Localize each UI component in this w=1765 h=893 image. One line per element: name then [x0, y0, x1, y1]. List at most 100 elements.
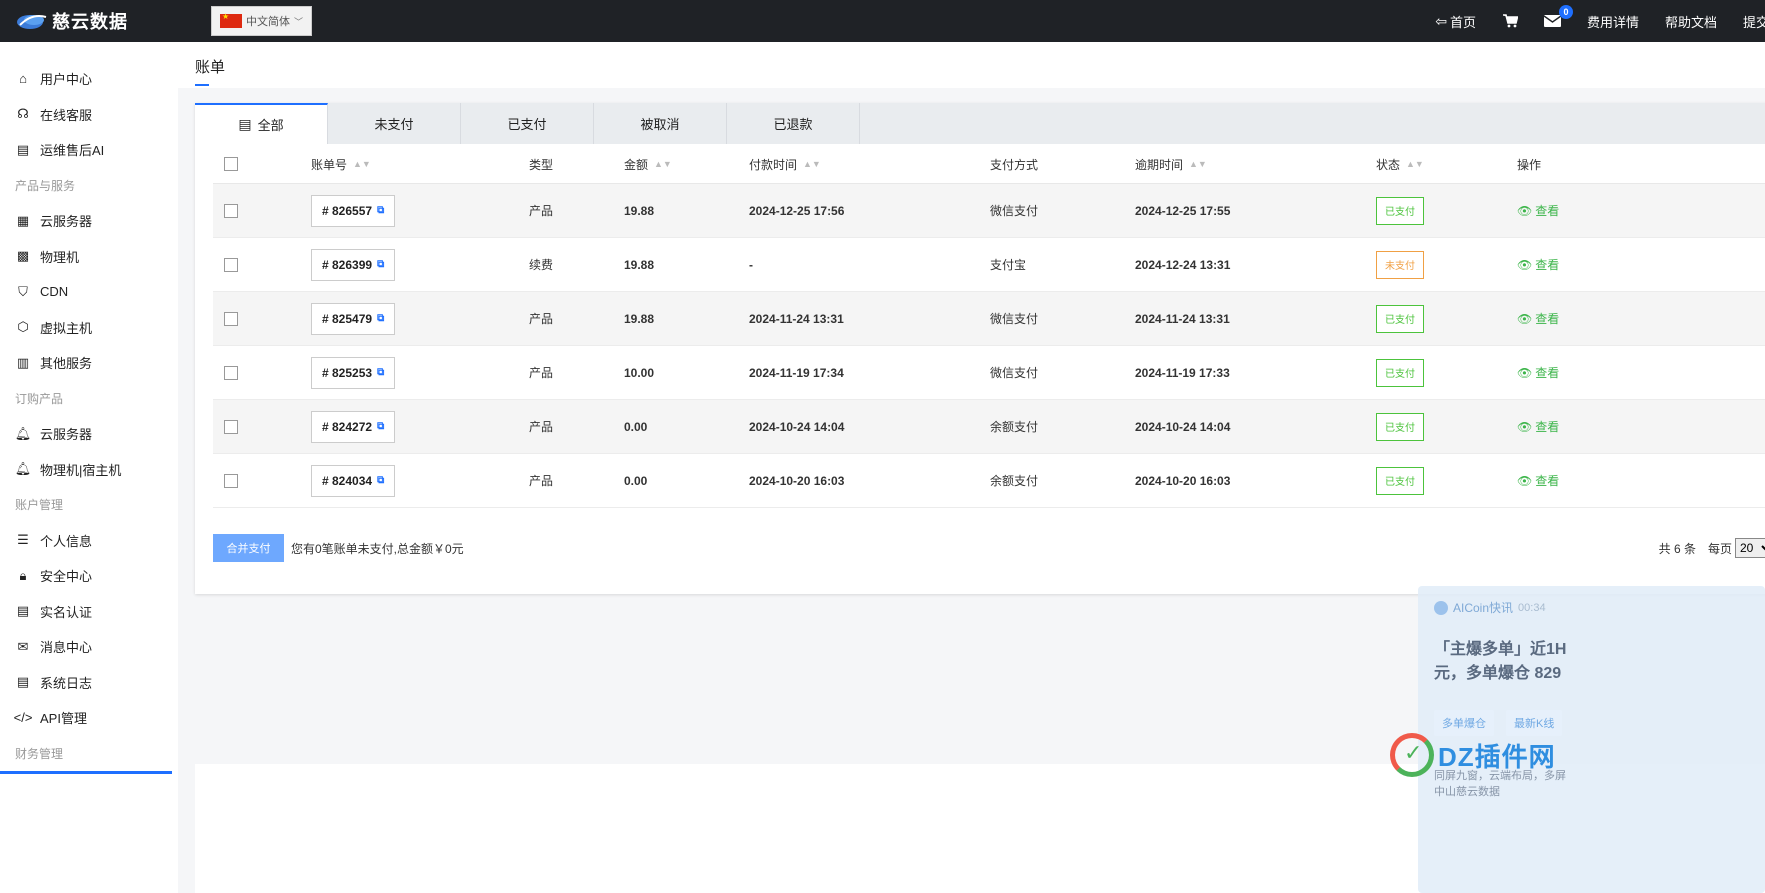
nav-fees-label: 费用详情 [1586, 14, 1639, 30]
view-button[interactable]: 👁︎ 查看 [1517, 364, 1559, 381]
view-button[interactable]: 👁︎ 查看 [1517, 310, 1559, 327]
cart-button[interactable] [1502, 14, 1518, 28]
eye-icon: 👁︎ [1517, 365, 1533, 380]
bill-number: # 825253 [322, 365, 373, 380]
sidebar-item[interactable]: ▤ 系统日志 [0, 665, 178, 701]
header-type-label: 类型 [529, 157, 554, 172]
sidebar-item[interactable]: ✉ 消息中心 [0, 629, 178, 665]
language-selector[interactable]: 中文简体 ﹀ [211, 6, 313, 36]
view-button[interactable]: 👁︎ 查看 [1517, 472, 1559, 489]
sidebar-item[interactable]: 🔔︎ 云服务器 [0, 416, 178, 452]
sidebar-item-label: 云服务器 [40, 427, 93, 443]
external-link-icon: ⧉ [377, 313, 385, 324]
header-status-label: 状态 [1376, 157, 1401, 172]
bill-number-link[interactable]: # 825479 ⧉ [311, 302, 396, 335]
popup-source: AICoin快讯 00:34 [1434, 599, 1546, 616]
sidebar-item[interactable]: ⬡ 虚拟主机 [0, 310, 178, 346]
status-badge: 已支付 [1376, 196, 1424, 225]
sidebar-item[interactable]: ☊ 在线客服 [0, 97, 178, 133]
table-header: 账单号 ▲▼ 类型 金额 ▲▼ 付款时间 ▲▼ 支付方式 逾期时间 ▲▼ 状态 ▲▼ 操作 [213, 144, 1765, 184]
status-badge: 已支付 [1376, 358, 1424, 387]
china-flag-icon [220, 12, 242, 28]
cell-type: 产品 [529, 420, 554, 434]
tab[interactable]: 被取消 [594, 103, 727, 144]
tab[interactable]: 未支付 [328, 103, 461, 144]
lock-icon: 🔒︎ [19, 567, 27, 583]
nav-home[interactable]: ⇦ 首页 [1435, 12, 1476, 31]
cell-amount: 19.88 [624, 203, 655, 218]
popup-time: 00:34 [1518, 601, 1546, 614]
sidebar-item[interactable]: 🔒︎ 安全中心 [0, 558, 178, 594]
tab[interactable]: 已退款 [727, 103, 860, 144]
external-link-icon: ⧉ [377, 259, 385, 270]
tab-label: 未支付 [374, 117, 414, 132]
list-icon: ▤ [16, 141, 30, 157]
nav-docs[interactable]: 帮助文档 [1665, 12, 1717, 31]
message-count-badge: 0 [1558, 5, 1573, 19]
sort-icon: ▲▼ [353, 159, 371, 169]
view-label: 查看 [1535, 312, 1560, 326]
header-due-time[interactable]: 逾期时间 ▲▼ [1135, 144, 1207, 184]
cube-icon: ⬡ [17, 319, 29, 335]
tab-label: 全部 [257, 118, 284, 133]
cart-icon [1502, 14, 1518, 28]
bill-number: # 824272 [322, 419, 373, 434]
sidebar-item[interactable]: ▤ 运维售后AI [0, 132, 178, 168]
nav-docs-label: 帮助文档 [1664, 14, 1717, 30]
row-checkbox[interactable] [224, 346, 238, 399]
cell-due-time: 2024-12-24 13:31 [1135, 257, 1231, 272]
sidebar-item[interactable]: ☰ 个人信息 [0, 523, 178, 559]
messages-button[interactable]: 0 [1543, 5, 1573, 27]
row-checkbox[interactable] [224, 292, 238, 345]
header-amount[interactable]: 金额 ▲▼ [624, 144, 672, 184]
bill-number-link[interactable]: # 826399 ⧉ [311, 248, 396, 281]
bill-number-link[interactable]: # 824272 ⧉ [311, 410, 396, 443]
view-button[interactable]: 👁︎ 查看 [1517, 202, 1559, 219]
watermark: DZ插件网 [1390, 733, 1556, 777]
header-pay-method-label: 支付方式 [990, 157, 1039, 172]
sidebar-item[interactable]: ▦ 云服务器 [0, 203, 178, 239]
tab[interactable]: 已支付 [461, 103, 594, 144]
sidebar-item-label: 其他服务 [40, 356, 93, 372]
sidebar-item[interactable]: 🔔︎ 物理机|宿主机 [0, 452, 178, 488]
per-page-select[interactable]: 20 [1735, 538, 1765, 558]
cell-pay-time: 2024-10-20 16:03 [749, 473, 845, 488]
nav-submit[interactable]: 提交 [1743, 12, 1765, 31]
row-checkbox[interactable] [224, 454, 238, 507]
select-all-checkbox[interactable] [224, 144, 238, 184]
row-checkbox[interactable] [224, 238, 238, 291]
view-button[interactable]: 👁︎ 查看 [1517, 418, 1559, 435]
merge-pay-button[interactable]: 合并支付 [213, 534, 284, 562]
tab-label: 已支付 [507, 117, 547, 132]
sidebar-item-label: 在线客服 [40, 107, 93, 123]
tab[interactable]: ▤ 全部 [195, 103, 328, 144]
bill-number-link[interactable]: # 825253 ⧉ [311, 356, 396, 389]
shield-icon: ⛉ [18, 283, 28, 299]
row-checkbox[interactable] [224, 184, 238, 237]
row-checkbox[interactable] [224, 400, 238, 453]
sidebar-item-label: 消息中心 [40, 640, 93, 656]
bill-number-link[interactable]: # 826557 ⧉ [311, 194, 396, 227]
sidebar-item-label: API管理 [40, 711, 87, 727]
sidebar-item-label: 系统日志 [40, 675, 93, 691]
header-pay-time-label: 付款时间 [749, 157, 798, 172]
sidebar-item[interactable]: </> API管理 [0, 700, 178, 736]
header-pay-method: 支付方式 [990, 144, 1038, 184]
header-pay-time[interactable]: 付款时间 ▲▼ [749, 144, 821, 184]
sidebar-item[interactable]: ▤ 实名认证 [0, 594, 178, 630]
sidebar-item-label: 运维售后AI [40, 143, 105, 159]
logo[interactable]: 慈云数据 [16, 8, 186, 34]
nav-fees[interactable]: 费用详情 [1587, 12, 1639, 31]
sidebar-item-label: 个人信息 [40, 533, 93, 549]
header-status[interactable]: 状态 ▲▼ [1376, 144, 1424, 184]
page-title-underline [195, 84, 209, 86]
header-bill-no[interactable]: 账单号 ▲▼ [311, 144, 371, 184]
view-button[interactable]: 👁︎ 查看 [1517, 256, 1559, 273]
sidebar-item[interactable]: ▩ 物理机 [0, 239, 178, 275]
cell-amount: 19.88 [624, 257, 655, 272]
sidebar-item[interactable]: ⛉ CDN [0, 274, 178, 310]
cell-due-time: 2024-11-19 17:33 [1135, 365, 1230, 380]
sidebar-item[interactable]: ▥ 其他服务 [0, 345, 178, 381]
sidebar-item[interactable]: ⌂ 用户中心 [0, 61, 178, 97]
bill-number-link[interactable]: # 824034 ⧉ [311, 464, 396, 497]
